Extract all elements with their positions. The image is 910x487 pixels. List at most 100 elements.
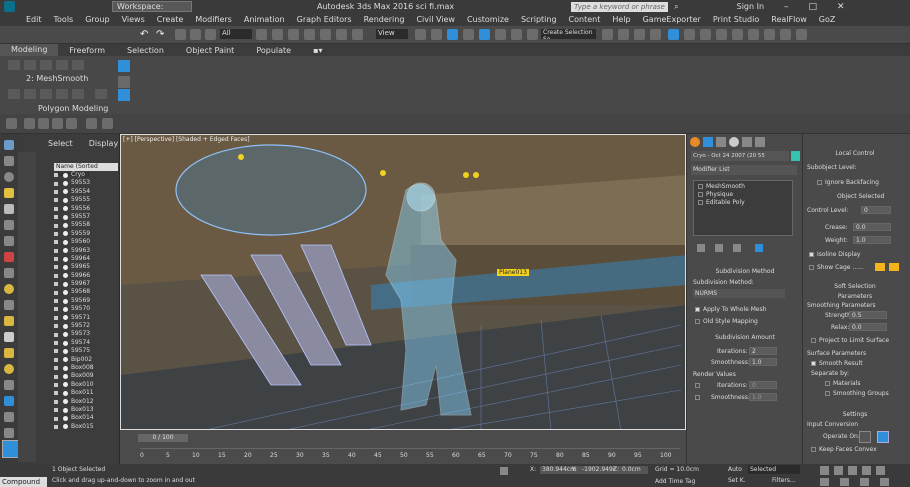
mirror-icon[interactable] bbox=[602, 29, 613, 40]
select-manipulate-icon[interactable] bbox=[431, 29, 442, 40]
material-editor-icon[interactable] bbox=[700, 29, 711, 40]
smooth-result-checkbox[interactable]: Smooth Result bbox=[811, 360, 863, 367]
menu-scripting[interactable]: Scripting bbox=[515, 15, 563, 24]
vertex-subobject-icon[interactable] bbox=[8, 60, 20, 70]
element-subobject-icon[interactable] bbox=[72, 60, 84, 70]
menu-realflow[interactable]: RealFlow bbox=[765, 15, 813, 24]
filter-groups-icon[interactable] bbox=[4, 252, 14, 262]
app-logo-icon[interactable] bbox=[4, 1, 15, 12]
visibility-icon[interactable] bbox=[54, 181, 58, 186]
menu-content[interactable]: Content bbox=[563, 15, 607, 24]
motion-tab-icon[interactable] bbox=[729, 137, 739, 147]
filter-containers-icon[interactable] bbox=[4, 300, 14, 310]
menu-customize[interactable]: Customize bbox=[461, 15, 515, 24]
search-input[interactable]: Type a keyword or phrase bbox=[571, 1, 669, 12]
edit-named-selection-icon[interactable] bbox=[527, 29, 538, 40]
named-selection-dropdown[interactable]: Create Selection Se bbox=[541, 29, 596, 39]
percent-snap-icon[interactable] bbox=[495, 29, 506, 40]
curve-editor-icon[interactable] bbox=[668, 29, 679, 40]
graphite-toggle-b-icon[interactable] bbox=[118, 76, 130, 88]
workspace-dropdown[interactable]: Workspace: Default bbox=[112, 1, 192, 21]
invert-display-icon[interactable] bbox=[4, 380, 14, 390]
redo-icon[interactable]: ↷ bbox=[156, 29, 167, 40]
graphite-toggle-icon[interactable] bbox=[650, 29, 661, 40]
go-to-start-icon[interactable] bbox=[820, 466, 829, 475]
select-by-name-icon[interactable] bbox=[272, 29, 283, 40]
visibility-icon[interactable] bbox=[54, 173, 58, 178]
visibility-icon[interactable] bbox=[54, 215, 58, 220]
maxscript-listener-field[interactable]: Compound bbox=[0, 477, 47, 487]
list-item[interactable]: Box015 bbox=[54, 423, 94, 431]
visibility-icon[interactable] bbox=[54, 416, 58, 421]
activeshade-icon[interactable] bbox=[780, 29, 791, 40]
configure-modifier-sets-icon[interactable] bbox=[755, 244, 763, 252]
polygon-modeling-panel-label[interactable]: Polygon Modeling bbox=[38, 104, 108, 113]
display-geometry-icon[interactable] bbox=[38, 118, 49, 129]
explorer-options-icon[interactable] bbox=[4, 428, 14, 438]
ignore-backfacing-checkbox[interactable]: Ignore Backfacing bbox=[817, 179, 879, 186]
tab-populate[interactable]: Populate bbox=[245, 46, 302, 55]
subdivision-method-dropdown[interactable]: NURMS bbox=[693, 289, 785, 298]
next-frame-icon[interactable] bbox=[862, 466, 871, 475]
move-up-icon[interactable] bbox=[8, 89, 20, 99]
border-subobject-icon[interactable] bbox=[40, 60, 52, 70]
render-iterations-row[interactable]: Iterations: bbox=[695, 382, 748, 389]
menu-civil-view[interactable]: Civil View bbox=[410, 15, 461, 24]
visibility-icon[interactable] bbox=[54, 382, 58, 387]
tab-freeform[interactable]: Freeform bbox=[58, 46, 116, 55]
render-smoothness-spinner[interactable]: 1.0 bbox=[749, 393, 777, 401]
filter-lights-icon[interactable] bbox=[4, 188, 14, 198]
schematic-view-icon[interactable] bbox=[684, 29, 695, 40]
menu-views[interactable]: Views bbox=[116, 15, 151, 24]
render-production-icon[interactable] bbox=[748, 29, 759, 40]
cage-color-swatch-1[interactable] bbox=[875, 263, 885, 271]
go-to-end-icon[interactable] bbox=[876, 466, 885, 475]
key-filters-button[interactable]: Filters... bbox=[772, 477, 796, 484]
list-item[interactable]: Box013 bbox=[54, 406, 94, 414]
display-none-icon[interactable] bbox=[24, 118, 35, 129]
subdivision-amount-header[interactable]: Subdivision Amount bbox=[691, 334, 799, 341]
visibility-icon[interactable] bbox=[54, 231, 58, 236]
undo-icon[interactable]: ↶ bbox=[140, 29, 151, 40]
display-cameras-icon[interactable] bbox=[86, 118, 97, 129]
control-level-spinner[interactable]: 0 bbox=[861, 206, 891, 214]
maximize-icon[interactable]: □ bbox=[809, 2, 818, 12]
close-icon[interactable]: ✕ bbox=[837, 2, 845, 12]
pin-stack-icon[interactable] bbox=[697, 244, 705, 252]
tab-modeling[interactable]: Modeling bbox=[0, 44, 59, 56]
search-icon[interactable]: ⌕ bbox=[674, 2, 678, 12]
sign-in-link[interactable]: Sign In bbox=[737, 2, 764, 11]
perspective-viewport[interactable]: [+] [Perspective] [Shaded + Edged Faces]… bbox=[120, 134, 686, 430]
window-crossing-icon[interactable] bbox=[304, 29, 315, 40]
operate-on-polygons-button[interactable] bbox=[877, 431, 889, 443]
visibility-icon[interactable] bbox=[54, 189, 58, 194]
visibility-icon[interactable] bbox=[54, 341, 58, 345]
display-lights-icon[interactable] bbox=[66, 118, 77, 129]
object-color-swatch[interactable] bbox=[791, 151, 800, 161]
render-smoothness-row[interactable]: Smoothness: bbox=[695, 394, 750, 401]
subdivision-method-header[interactable]: Subdivision Method bbox=[691, 268, 799, 275]
modifier-list-dropdown[interactable]: Modifier List bbox=[691, 165, 797, 175]
list-item[interactable]: 59572 bbox=[54, 322, 94, 330]
ribbon-options-icon[interactable]: ▪▾ bbox=[302, 46, 333, 55]
materials-checkbox[interactable]: Materials bbox=[825, 380, 861, 387]
show-end-result-toggle-icon[interactable] bbox=[715, 244, 723, 252]
local-control-header[interactable]: Local Control bbox=[803, 150, 907, 157]
rotate-icon[interactable] bbox=[336, 29, 347, 40]
list-item[interactable]: Box010 bbox=[54, 381, 94, 389]
settings-header[interactable]: Settings bbox=[803, 411, 907, 418]
object-name-field[interactable]: Cryo - Oct 24 2007 (20 55 23)-180x bbox=[691, 151, 789, 161]
visibility-icon[interactable] bbox=[54, 265, 58, 270]
list-item[interactable]: 59967 bbox=[54, 280, 94, 288]
render-setup-icon[interactable] bbox=[716, 29, 727, 40]
smoothness-spinner[interactable]: 1.0 bbox=[749, 358, 777, 366]
list-item[interactable]: 59553 bbox=[54, 179, 94, 187]
layer-manager-icon[interactable] bbox=[634, 29, 645, 40]
list-item[interactable]: 59559 bbox=[54, 230, 94, 238]
tab-selection[interactable]: Selection bbox=[116, 46, 175, 55]
display-tab-icon[interactable] bbox=[742, 137, 752, 147]
set-key-button[interactable]: Set K. bbox=[728, 477, 746, 484]
visibility-icon[interactable] bbox=[54, 223, 58, 228]
explorer-tab-display[interactable]: Display bbox=[89, 139, 119, 148]
menu-animation[interactable]: Animation bbox=[238, 15, 291, 24]
